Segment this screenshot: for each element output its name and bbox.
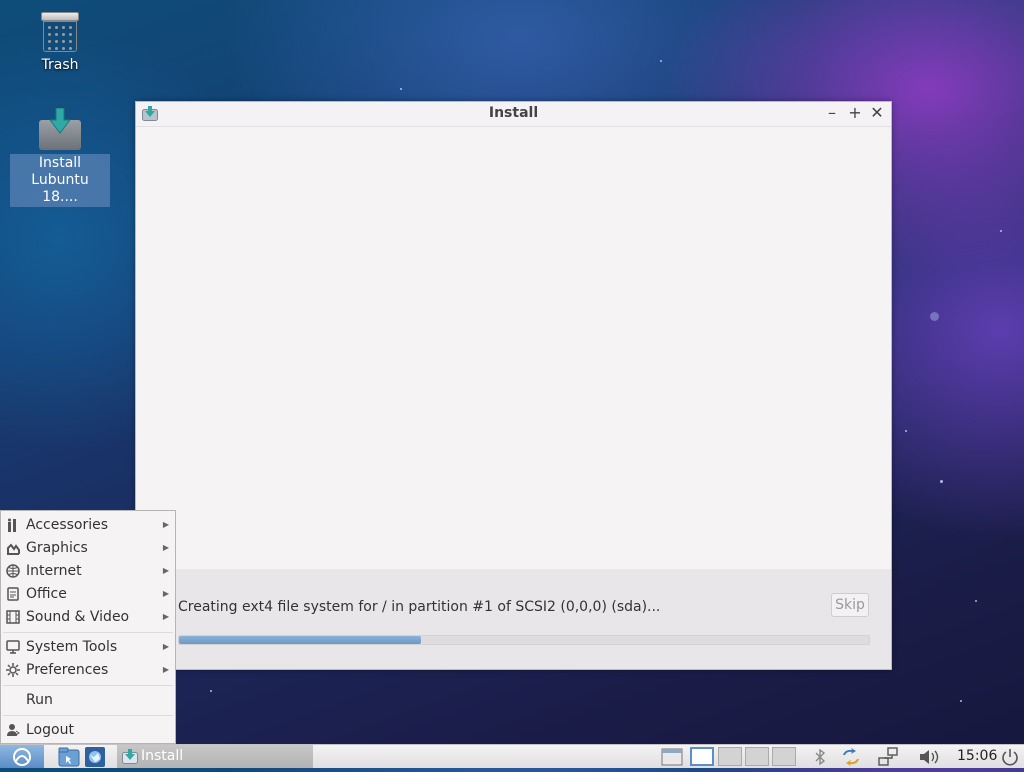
install-window-icon	[122, 749, 138, 764]
desktop-icon-trash[interactable]: Trash	[10, 12, 110, 75]
volume-icon[interactable]	[918, 747, 942, 767]
trash-icon	[41, 12, 79, 52]
submenu-arrow-icon: ▶	[162, 665, 169, 674]
submenu-arrow-icon: ▶	[162, 566, 169, 575]
desktop-icon-label: Trash	[41, 57, 79, 73]
taskbar: Install 15:06	[0, 744, 1024, 768]
menu-item-label: Internet	[26, 563, 82, 579]
menu-item-label: Run	[26, 692, 53, 708]
workspace-3[interactable]	[745, 747, 769, 766]
power-icon[interactable]	[1000, 747, 1020, 767]
system-tools-icon	[6, 640, 20, 654]
sound-video-icon	[6, 610, 20, 624]
progress-bar	[178, 635, 870, 645]
menu-item-label: Preferences	[26, 662, 109, 678]
window-titlebar[interactable]: Install – + ✕	[136, 102, 891, 127]
menu-item-label: System Tools	[26, 639, 118, 655]
menu-item-preferences[interactable]: Preferences ▶	[1, 659, 175, 681]
menu-item-office[interactable]: Office ▶	[1, 583, 175, 605]
start-menu-button[interactable]	[0, 745, 44, 768]
menu-item-logout[interactable]: Logout	[1, 719, 175, 741]
menu-item-label: Sound & Video	[26, 609, 130, 625]
file-manager-launcher-icon[interactable]	[58, 747, 80, 767]
menu-separator	[3, 715, 173, 716]
menu-item-graphics[interactable]: Graphics ▶	[1, 537, 175, 559]
taskbar-task-install[interactable]: Install	[117, 745, 313, 768]
bluetooth-icon[interactable]	[813, 747, 827, 767]
submenu-arrow-icon: ▶	[162, 642, 169, 651]
taskbar-task-label: Install	[141, 748, 184, 764]
office-icon	[7, 587, 19, 601]
skip-button[interactable]: Skip	[831, 593, 869, 617]
minimize-button[interactable]: –	[823, 104, 841, 122]
menu-item-run[interactable]: Run	[1, 689, 175, 711]
progress-bar-fill	[179, 636, 421, 644]
menu-separator	[3, 685, 173, 686]
menu-item-sound-video[interactable]: Sound & Video ▶	[1, 606, 175, 628]
submenu-arrow-icon: ▶	[162, 543, 169, 552]
workspace-2[interactable]	[718, 747, 742, 766]
maximize-button[interactable]: +	[846, 104, 864, 122]
preferences-icon	[6, 663, 20, 677]
accessories-icon	[8, 518, 16, 532]
close-button[interactable]: ✕	[868, 104, 886, 122]
internet-icon	[6, 564, 20, 578]
lubuntu-logo-icon	[13, 748, 31, 766]
menu-item-internet[interactable]: Internet ▶	[1, 560, 175, 582]
install-icon	[39, 108, 81, 150]
logout-icon	[7, 724, 20, 736]
installer-progress-pane: Creating ext4 file system for / in parti…	[136, 569, 891, 669]
menu-item-label: Logout	[26, 722, 74, 738]
progress-status-text: Creating ext4 file system for / in parti…	[178, 599, 661, 615]
show-desktop-icon[interactable]	[661, 747, 683, 767]
clock[interactable]: 15:06	[957, 748, 997, 764]
submenu-arrow-icon: ▶	[162, 589, 169, 598]
workspace-4[interactable]	[772, 747, 796, 766]
network-icon[interactable]	[877, 747, 899, 767]
desktop-icon-install[interactable]: Install Lubuntu 18....	[10, 108, 110, 207]
start-menu: Accessories ▶ Graphics ▶ Internet ▶ Offi…	[0, 510, 176, 744]
menu-item-accessories[interactable]: Accessories ▶	[1, 514, 175, 536]
web-browser-launcher-icon[interactable]	[84, 747, 106, 767]
menu-item-label: Accessories	[26, 517, 109, 533]
menu-separator	[3, 632, 173, 633]
menu-item-label: Office	[26, 586, 67, 602]
submenu-arrow-icon: ▶	[162, 612, 169, 621]
menu-item-system-tools[interactable]: System Tools ▶	[1, 636, 175, 658]
desktop-icon-label: Install Lubuntu 18....	[10, 154, 110, 207]
update-notifier-icon[interactable]	[840, 747, 862, 767]
workspace-1[interactable]	[690, 747, 714, 766]
install-window: Install – + ✕ Creating ext4 file system …	[135, 101, 892, 670]
installer-content-area	[136, 127, 891, 568]
graphics-icon	[7, 543, 20, 555]
submenu-arrow-icon: ▶	[162, 520, 169, 529]
window-title: Install	[488, 105, 539, 121]
menu-item-label: Graphics	[26, 540, 88, 556]
